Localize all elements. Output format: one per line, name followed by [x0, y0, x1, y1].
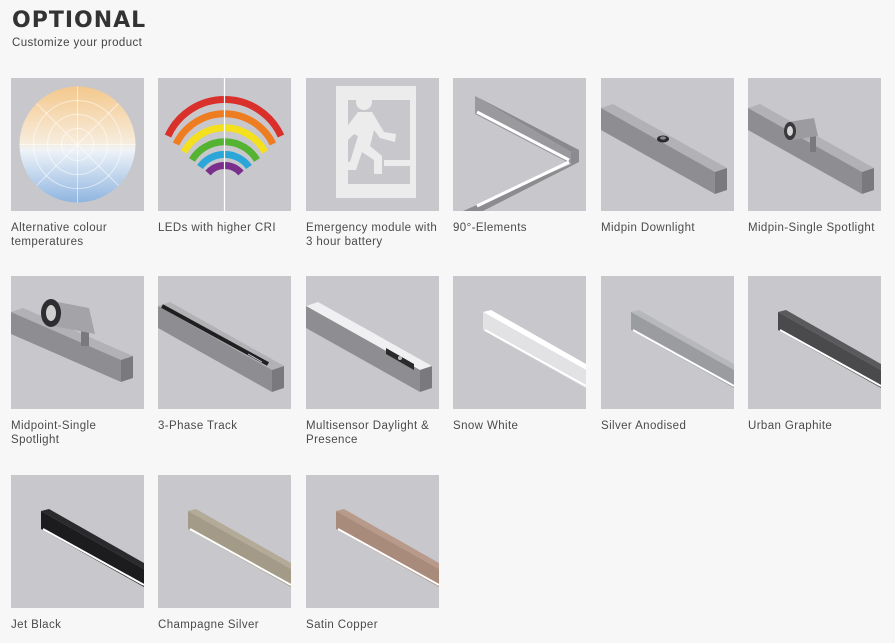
snow-white-profile-icon: [453, 276, 586, 409]
option-card-emergency-module[interactable]: Emergency module with 3 hour battery: [306, 78, 439, 249]
jet-black-profile-icon: [11, 475, 144, 608]
option-card-snow-white[interactable]: Snow White: [453, 276, 586, 433]
option-label: 3-Phase Track: [158, 420, 238, 432]
option-card-champagne-silver[interactable]: Champagne Silver: [158, 475, 291, 632]
option-label: Snow White: [453, 420, 519, 432]
option-label: Urban Graphite: [748, 420, 833, 432]
option-card-90-elements[interactable]: 90°-Elements: [453, 78, 586, 235]
option-label: Alternative colour temperatures: [11, 222, 108, 248]
colour-temperature-icon: [11, 78, 144, 211]
silver-anodised-profile-icon: [601, 276, 734, 409]
midpin-downlight-icon: [601, 78, 734, 211]
option-card-higher-cri[interactable]: LEDs with higher CRI: [158, 78, 291, 235]
option-label: Midpoint-Single Spotlight: [11, 420, 97, 446]
page-subtitle: Customize your product: [12, 37, 143, 49]
rainbow-icon: [158, 78, 291, 211]
option-card-midpin-spotlight[interactable]: Midpin-Single Spotlight: [748, 78, 881, 235]
option-label: Jet Black: [11, 619, 62, 631]
option-card-satin-copper[interactable]: Satin Copper: [306, 475, 439, 632]
midpin-spotlight-icon: [748, 78, 881, 211]
option-label: Multisensor Daylight & Presence: [306, 420, 430, 446]
option-label: Satin Copper: [306, 619, 378, 631]
option-card-midpoint-spotlight[interactable]: Midpoint-Single Spotlight: [11, 276, 144, 447]
option-card-midpin-downlight[interactable]: Midpin Downlight: [601, 78, 734, 235]
corner-profile-icon: [453, 78, 586, 211]
satin-copper-profile-icon: [306, 475, 439, 608]
midpoint-spotlight-icon: [11, 276, 144, 409]
option-label: Midpin-Single Spotlight: [748, 222, 875, 234]
option-card-silver-anodised[interactable]: Silver Anodised: [601, 276, 734, 433]
three-phase-track-icon: [158, 276, 291, 409]
emergency-exit-icon: [306, 78, 439, 211]
option-label: Emergency module with 3 hour battery: [306, 222, 438, 248]
option-label: 90°-Elements: [453, 222, 527, 234]
champagne-silver-profile-icon: [158, 475, 291, 608]
option-label: Midpin Downlight: [601, 222, 695, 234]
option-card-3-phase-track[interactable]: 3-Phase Track: [158, 276, 291, 433]
option-label: LEDs with higher CRI: [158, 222, 276, 234]
option-card-colour-temperatures[interactable]: Alternative colour temperatures: [11, 78, 144, 249]
option-card-jet-black[interactable]: Jet Black: [11, 475, 144, 632]
multisensor-icon: [306, 276, 439, 409]
option-label: Champagne Silver: [158, 619, 260, 631]
option-card-multisensor[interactable]: Multisensor Daylight & Presence: [306, 276, 439, 447]
option-label: Silver Anodised: [601, 420, 687, 432]
page-title: OPTIONAL: [12, 8, 147, 33]
option-card-urban-graphite[interactable]: Urban Graphite: [748, 276, 881, 433]
urban-graphite-profile-icon: [748, 276, 881, 409]
